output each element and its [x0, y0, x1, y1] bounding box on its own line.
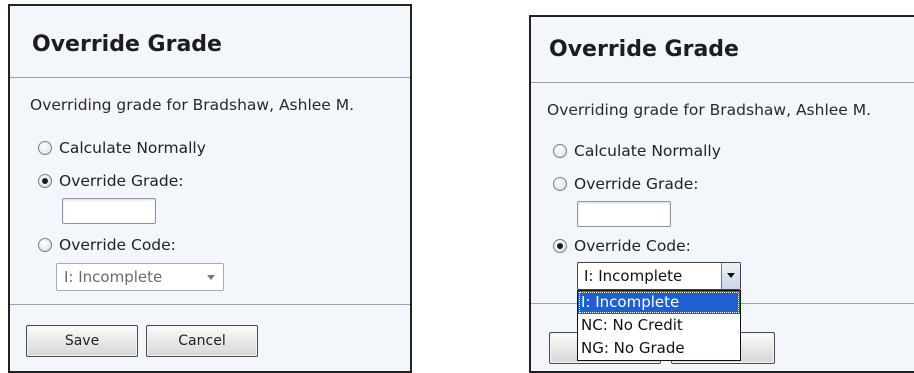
override-grade-dialog-left: Override Grade Overriding grade for Brad… — [8, 4, 412, 373]
calculate-normally-label: Calculate Normally — [574, 142, 721, 160]
override-grade-radio[interactable] — [553, 177, 567, 191]
calculate-normally-option[interactable]: Calculate Normally — [38, 139, 206, 157]
override-grade-option[interactable]: Override Grade: — [553, 175, 698, 193]
calculate-normally-radio[interactable] — [38, 141, 52, 155]
override-code-select-value: I: Incomplete — [64, 268, 163, 286]
override-code-dropdown-list: I: Incomplete NC: No Credit NG: No Grade — [577, 290, 741, 361]
override-code-select[interactable]: I: Incomplete — [56, 263, 224, 291]
override-code-radio[interactable] — [553, 239, 567, 253]
override-grade-option[interactable]: Override Grade: — [38, 172, 183, 190]
dropdown-option-no-grade[interactable]: NG: No Grade — [578, 337, 740, 360]
override-code-label: Override Code: — [574, 237, 691, 255]
override-grade-input[interactable] — [577, 201, 671, 227]
calculate-normally-radio[interactable] — [553, 144, 567, 158]
override-grade-label: Override Grade: — [574, 175, 699, 193]
chevron-down-icon[interactable] — [721, 263, 740, 289]
save-button[interactable]: Save — [26, 325, 138, 357]
override-code-select[interactable]: I: Incomplete — [577, 262, 741, 290]
override-code-label: Override Code: — [59, 236, 176, 254]
override-code-select-value: I: Incomplete — [584, 267, 683, 285]
override-grade-label: Override Grade: — [59, 172, 184, 190]
dialog-footer: Save Cancel — [10, 304, 410, 372]
dialog-title: Override Grade — [531, 17, 914, 83]
dialog-description: Overriding grade for Bradshaw, Ashlee M. — [547, 101, 872, 119]
calculate-normally-option[interactable]: Calculate Normally — [553, 142, 721, 160]
chevron-down-icon — [207, 275, 215, 280]
calculate-normally-label: Calculate Normally — [59, 139, 206, 157]
dialog-description: Overriding grade for Bradshaw, Ashlee M. — [30, 96, 355, 114]
override-code-radio[interactable] — [38, 238, 52, 252]
dropdown-option-incomplete[interactable]: I: Incomplete — [578, 291, 740, 314]
override-code-option[interactable]: Override Code: — [553, 237, 691, 255]
override-grade-input[interactable] — [62, 198, 156, 224]
override-grade-dialog-right: Override Grade Overriding grade for Brad… — [529, 15, 914, 373]
dialog-title: Override Grade — [10, 6, 410, 78]
dropdown-option-no-credit[interactable]: NC: No Credit — [578, 314, 740, 337]
override-grade-radio[interactable] — [38, 174, 52, 188]
cancel-button[interactable]: Cancel — [146, 325, 258, 357]
override-code-option[interactable]: Override Code: — [38, 236, 176, 254]
